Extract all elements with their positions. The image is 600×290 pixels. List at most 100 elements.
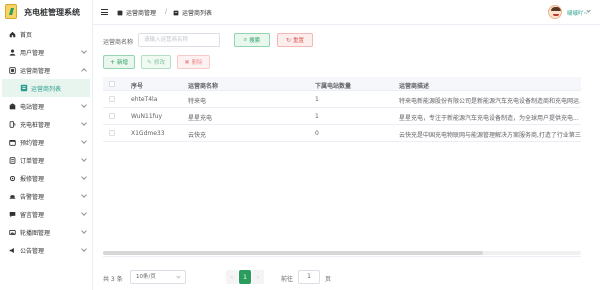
sidebar-item-messages[interactable]: 留言管理 (0, 205, 92, 223)
operator-table: 序号 运营商名称 下属电站数量 运营商描述 ehteT4la 特来电 1 特来电… (103, 77, 581, 257)
alarm-icon (8, 192, 16, 200)
sidebar-item-label: 电站管理 (20, 103, 45, 111)
next-page-button[interactable]: › (252, 270, 264, 284)
sidebar-item-alarms[interactable]: 告警管理 (0, 187, 92, 205)
sidebar-item-label: 运营商列表 (31, 85, 62, 93)
chevron-down-icon (81, 102, 87, 108)
avatar[interactable] (548, 5, 562, 19)
breadcrumb-separator: / (165, 8, 168, 15)
list-icon (20, 84, 28, 92)
sidebar-item-label: 预约管理 (20, 139, 45, 147)
scrollbar-thumb[interactable] (103, 251, 483, 255)
cell-description: 特来电新能源股份有限公司是新能源汽车充电设备制造商和充电网运... (399, 98, 581, 105)
plus-icon: + (109, 58, 115, 66)
table-row[interactable]: WuN11fuy 星星充电 1 星星充电，专注于新能源汽车充电设备制造，为全球用… (103, 108, 581, 125)
sidebar-item-label: 公告管理 (20, 247, 45, 255)
column-header-index: 序号 (131, 83, 144, 90)
calendar-icon (8, 138, 16, 146)
add-button-label: 新增 (117, 60, 129, 66)
cell-name: 云快充 (188, 132, 207, 139)
page-number-current[interactable]: 1 (239, 270, 251, 284)
cell-description: 云快充是中国充电物联网与能源管理解决方案服务商,打造了行业第三... (399, 132, 581, 139)
column-header-name: 运营商名称 (188, 83, 219, 90)
page-size-select[interactable]: 10条/页 (130, 270, 186, 284)
sidebar-item-home[interactable]: 首页 (0, 25, 92, 43)
sidebar-item-label: 首页 (20, 31, 33, 39)
order-icon (8, 156, 16, 164)
sidebar: 充电桩管理系统 首页 用户管理 运营商管理 运营商列表 电站管理 充电桩管理 预… (0, 0, 93, 290)
repair-icon (8, 174, 16, 182)
select-all-checkbox[interactable] (109, 81, 115, 87)
pagination: 共 3 条 10条/页 ‹ 1 › 前往 1 页 (103, 270, 583, 284)
station-icon (8, 102, 16, 110)
sidebar-item-label: 订单管理 (20, 157, 45, 165)
table-row[interactable]: X1Gdme33 云快充 0 云快充是中国充电物联网与能源管理解决方案服务商,打… (103, 125, 581, 142)
sidebar-item-label: 报修管理 (20, 175, 45, 183)
edit-icon: ✎ (146, 58, 152, 66)
operator-icon (8, 66, 16, 74)
sidebar-item-operators[interactable]: 运营商管理 (0, 61, 92, 79)
goto-page-input[interactable]: 1 (298, 270, 320, 284)
sidebar-item-notices[interactable]: 公告管理 (0, 241, 92, 259)
top-header: 运营商管理 / 运营商列表 啵啵吖~ (93, 0, 600, 25)
sidebar-item-reservations[interactable]: 预约管理 (0, 133, 92, 151)
cell-id: ehteT4la (131, 96, 158, 103)
table-header: 序号 运营商名称 下属电站数量 运营商描述 (103, 77, 581, 91)
prev-page-button[interactable]: ‹ (226, 270, 238, 284)
list-icon (173, 10, 179, 16)
cell-stations: 0 (315, 130, 319, 137)
chevron-down-icon (81, 228, 87, 234)
home-icon (8, 30, 16, 38)
column-header-stations: 下属电站数量 (315, 83, 352, 90)
row-checkbox[interactable] (109, 96, 115, 102)
cell-id: WuN11fuy (131, 113, 163, 120)
horizontal-scrollbar[interactable] (103, 251, 581, 255)
delete-icon: ✖ (184, 58, 190, 66)
cell-name: 特来电 (188, 98, 207, 105)
sidebar-item-carousel[interactable]: 轮播图管理 (0, 223, 92, 241)
search-button-label: 搜索 (249, 38, 261, 44)
delete-button[interactable]: ✖ 删除 (177, 55, 210, 69)
column-header-description: 运营商描述 (399, 83, 430, 90)
breadcrumb-label: 运营商管理 (126, 10, 157, 17)
add-button[interactable]: + 新增 (103, 55, 135, 69)
reset-button[interactable]: ↻ 重置 (277, 33, 313, 47)
carousel-icon (8, 228, 16, 236)
sidebar-item-repairs[interactable]: 报修管理 (0, 169, 92, 187)
page-unit-label: 页 (325, 276, 332, 283)
edit-button[interactable]: ✎ 修改 (141, 55, 171, 69)
sidebar-item-users[interactable]: 用户管理 (0, 43, 92, 61)
chevron-down-icon[interactable] (586, 8, 591, 13)
notice-icon (8, 246, 16, 254)
charger-icon (8, 120, 16, 128)
breadcrumb-item-operators[interactable]: 运营商管理 (117, 8, 156, 17)
sidebar-item-label: 用户管理 (20, 49, 45, 57)
table-row[interactable]: ehteT4la 特来电 1 特来电新能源股份有限公司是新能源汽车充电设备制造商… (103, 91, 581, 108)
cell-description: 星星充电，专注于新能源汽车充电设备制造，为全球用户提供充电... (399, 115, 579, 122)
search-button[interactable]: ⌕ 搜索 (234, 33, 270, 47)
chevron-down-icon (81, 120, 87, 126)
row-checkbox[interactable] (109, 113, 115, 119)
row-checkbox[interactable] (109, 130, 115, 136)
page-size-value: 10条/页 (136, 274, 156, 280)
edit-button-label: 修改 (154, 60, 166, 66)
sidebar-item-label: 充电桩管理 (20, 121, 51, 129)
cell-stations: 1 (315, 113, 319, 120)
chevron-down-icon (81, 48, 87, 54)
username[interactable]: 啵啵吖~ (567, 9, 588, 17)
main-content: 运营商名称 请输入运营商名称 ⌕ 搜索 ↻ 重置 + 新增 ✎ 修改 ✖ 删除 … (93, 25, 600, 290)
search-label: 运营商名称 (103, 39, 134, 46)
search-input[interactable]: 请输入运营商名称 (138, 33, 220, 47)
sidebar-item-stations[interactable]: 电站管理 (0, 97, 92, 115)
chevron-down-icon (81, 156, 87, 162)
sidebar-item-operator-list[interactable]: 运营商列表 (2, 79, 90, 97)
reset-button-label: 重置 (293, 38, 305, 44)
total-count: 共 3 条 (103, 276, 123, 283)
sidebar-item-chargers[interactable]: 充电桩管理 (0, 115, 92, 133)
chevron-down-icon (81, 246, 87, 252)
sidebar-item-orders[interactable]: 订单管理 (0, 151, 92, 169)
sidebar-item-label: 留言管理 (20, 211, 45, 219)
cell-stations: 1 (315, 96, 319, 103)
cell-name: 星星充电 (188, 115, 213, 122)
menu-toggle-icon[interactable] (101, 9, 108, 15)
